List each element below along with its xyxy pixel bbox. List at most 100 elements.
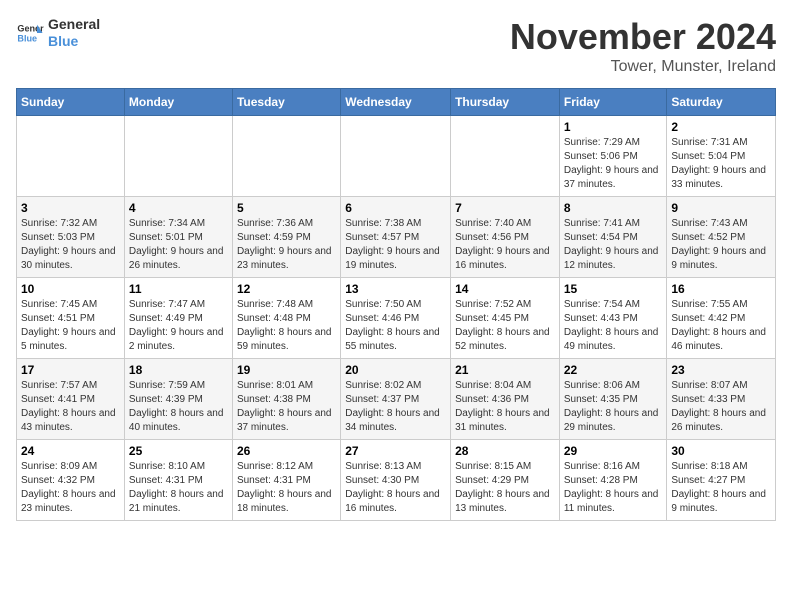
day-number: 25 — [129, 444, 228, 458]
table-row: 26 Sunrise: 8:12 AMSunset: 4:31 PMDayligh… — [232, 440, 340, 521]
table-row: 12 Sunrise: 7:48 AMSunset: 4:48 PMDayligh… — [232, 278, 340, 359]
calendar-week-row: 1 Sunrise: 7:29 AMSunset: 5:06 PMDaylight… — [17, 116, 776, 197]
day-info: Sunrise: 7:45 AMSunset: 4:51 PMDaylight:… — [21, 298, 120, 354]
day-number: 28 — [455, 444, 555, 458]
table-row: 30 Sunrise: 8:18 AMSunset: 4:27 PMDayligh… — [667, 440, 776, 521]
day-number: 4 — [129, 201, 228, 215]
day-info: Sunrise: 8:12 AMSunset: 4:31 PMDaylight:… — [237, 460, 336, 516]
day-info: Sunrise: 8:06 AMSunset: 4:35 PMDaylight:… — [564, 379, 663, 435]
table-row: 11 Sunrise: 7:47 AMSunset: 4:49 PMDayligh… — [124, 278, 232, 359]
day-info: Sunrise: 7:47 AMSunset: 4:49 PMDaylight:… — [129, 298, 228, 354]
day-info: Sunrise: 7:52 AMSunset: 4:45 PMDaylight:… — [455, 298, 555, 354]
calendar-week-row: 17 Sunrise: 7:57 AMSunset: 4:41 PMDayligh… — [17, 359, 776, 440]
header-sunday: Sunday — [17, 89, 125, 116]
logo-blue: Blue — [48, 33, 100, 50]
day-info: Sunrise: 7:48 AMSunset: 4:48 PMDaylight:… — [237, 298, 336, 354]
day-info: Sunrise: 7:41 AMSunset: 4:54 PMDaylight:… — [564, 217, 663, 273]
table-row: 1 Sunrise: 7:29 AMSunset: 5:06 PMDaylight… — [559, 116, 667, 197]
day-number: 12 — [237, 282, 336, 296]
logo-icon: General Blue — [16, 19, 44, 47]
table-row: 23 Sunrise: 8:07 AMSunset: 4:33 PMDayligh… — [667, 359, 776, 440]
table-row: 5 Sunrise: 7:36 AMSunset: 4:59 PMDaylight… — [232, 197, 340, 278]
calendar-week-row: 24Sunrise: 8:09 AMSunset: 4:32 PMDayligh… — [17, 440, 776, 521]
day-number: 30 — [671, 444, 771, 458]
day-info: Sunrise: 7:38 AMSunset: 4:57 PMDaylight:… — [345, 217, 446, 273]
day-number: 16 — [671, 282, 771, 296]
table-row — [341, 116, 451, 197]
table-row: 22 Sunrise: 8:06 AMSunset: 4:35 PMDayligh… — [559, 359, 667, 440]
day-number: 22 — [564, 363, 663, 377]
day-info: Sunrise: 8:10 AMSunset: 4:31 PMDaylight:… — [129, 460, 228, 516]
day-number: 13 — [345, 282, 446, 296]
day-number: 17 — [21, 363, 120, 377]
day-number: 1 — [564, 120, 663, 134]
day-info: Sunrise: 8:16 AMSunset: 4:28 PMDaylight:… — [564, 460, 663, 516]
table-row: 27 Sunrise: 8:13 AMSunset: 4:30 PMDayligh… — [341, 440, 451, 521]
day-info: Sunrise: 7:40 AMSunset: 4:56 PMDaylight:… — [455, 217, 555, 273]
day-info: Sunrise: 8:18 AMSunset: 4:27 PMDaylight:… — [671, 460, 771, 516]
day-info: Sunrise: 7:57 AMSunset: 4:41 PMDaylight:… — [21, 379, 120, 435]
table-row: 15Sunrise: 7:54 AMSunset: 4:43 PMDayligh… — [559, 278, 667, 359]
header-saturday: Saturday — [667, 89, 776, 116]
page-header: General Blue General Blue November 2024 … — [16, 16, 776, 76]
header-friday: Friday — [559, 89, 667, 116]
day-number: 27 — [345, 444, 446, 458]
table-row: 17 Sunrise: 7:57 AMSunset: 4:41 PMDayligh… — [17, 359, 125, 440]
title-section: November 2024 Tower, Munster, Ireland — [510, 16, 776, 76]
header-tuesday: Tuesday — [232, 89, 340, 116]
day-info: Sunrise: 8:09 AMSunset: 4:32 PMDaylight:… — [21, 460, 120, 516]
table-row — [17, 116, 125, 197]
day-number: 23 — [671, 363, 771, 377]
day-number: 18 — [129, 363, 228, 377]
calendar-table: Sunday Monday Tuesday Wednesday Thursday… — [16, 88, 776, 521]
table-row: 16 Sunrise: 7:55 AMSunset: 4:42 PMDayligh… — [667, 278, 776, 359]
day-number: 3 — [21, 201, 120, 215]
day-info: Sunrise: 7:59 AMSunset: 4:39 PMDaylight:… — [129, 379, 228, 435]
table-row: 13 Sunrise: 7:50 AMSunset: 4:46 PMDayligh… — [341, 278, 451, 359]
table-row: 8 Sunrise: 7:41 AMSunset: 4:54 PMDaylight… — [559, 197, 667, 278]
day-info: Sunrise: 8:02 AMSunset: 4:37 PMDaylight:… — [345, 379, 446, 435]
day-number: 20 — [345, 363, 446, 377]
header-wednesday: Wednesday — [341, 89, 451, 116]
day-number: 6 — [345, 201, 446, 215]
day-info: Sunrise: 7:43 AMSunset: 4:52 PMDaylight:… — [671, 217, 771, 273]
day-number: 10 — [21, 282, 120, 296]
day-number: 26 — [237, 444, 336, 458]
day-info: Sunrise: 7:36 AMSunset: 4:59 PMDaylight:… — [237, 217, 336, 273]
table-row: 9Sunrise: 7:43 AMSunset: 4:52 PMDaylight… — [667, 197, 776, 278]
day-number: 7 — [455, 201, 555, 215]
day-info: Sunrise: 7:32 AMSunset: 5:03 PMDaylight:… — [21, 217, 120, 273]
day-info: Sunrise: 7:55 AMSunset: 4:42 PMDaylight:… — [671, 298, 771, 354]
day-info: Sunrise: 7:50 AMSunset: 4:46 PMDaylight:… — [345, 298, 446, 354]
table-row: 18 Sunrise: 7:59 AMSunset: 4:39 PMDayligh… — [124, 359, 232, 440]
table-row — [232, 116, 340, 197]
header-monday: Monday — [124, 89, 232, 116]
day-info: Sunrise: 8:13 AMSunset: 4:30 PMDaylight:… — [345, 460, 446, 516]
table-row: 10 Sunrise: 7:45 AMSunset: 4:51 PMDayligh… — [17, 278, 125, 359]
table-row: 25 Sunrise: 8:10 AMSunset: 4:31 PMDayligh… — [124, 440, 232, 521]
day-info: Sunrise: 7:31 AMSunset: 5:04 PMDaylight:… — [671, 136, 771, 192]
header-thursday: Thursday — [451, 89, 560, 116]
day-number: 5 — [237, 201, 336, 215]
calendar-header-row: Sunday Monday Tuesday Wednesday Thursday… — [17, 89, 776, 116]
logo-general: General — [48, 16, 100, 33]
day-info: Sunrise: 7:29 AMSunset: 5:06 PMDaylight:… — [564, 136, 663, 192]
day-number: 8 — [564, 201, 663, 215]
table-row — [124, 116, 232, 197]
table-row: 7 Sunrise: 7:40 AMSunset: 4:56 PMDaylight… — [451, 197, 560, 278]
calendar-week-row: 3 Sunrise: 7:32 AMSunset: 5:03 PMDaylight… — [17, 197, 776, 278]
calendar-title: November 2024 — [510, 16, 776, 58]
day-number: 2 — [671, 120, 771, 134]
table-row: 28Sunrise: 8:15 AMSunset: 4:29 PMDayligh… — [451, 440, 560, 521]
day-number: 29 — [564, 444, 663, 458]
day-info: Sunrise: 7:34 AMSunset: 5:01 PMDaylight:… — [129, 217, 228, 273]
day-info: Sunrise: 7:54 AMSunset: 4:43 PMDaylight:… — [564, 298, 663, 354]
day-number: 11 — [129, 282, 228, 296]
table-row: 20 Sunrise: 8:02 AMSunset: 4:37 PMDayligh… — [341, 359, 451, 440]
svg-text:Blue: Blue — [17, 33, 37, 43]
day-info: Sunrise: 8:04 AMSunset: 4:36 PMDaylight:… — [455, 379, 555, 435]
day-info: Sunrise: 8:07 AMSunset: 4:33 PMDaylight:… — [671, 379, 771, 435]
table-row: 14Sunrise: 7:52 AMSunset: 4:45 PMDayligh… — [451, 278, 560, 359]
calendar-week-row: 10 Sunrise: 7:45 AMSunset: 4:51 PMDayligh… — [17, 278, 776, 359]
day-info: Sunrise: 8:01 AMSunset: 4:38 PMDaylight:… — [237, 379, 336, 435]
